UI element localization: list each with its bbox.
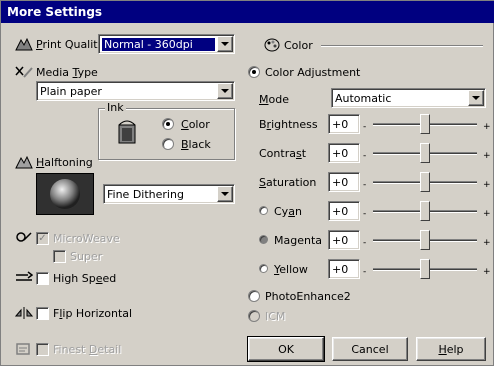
color-adjustment-radio[interactable] — [248, 66, 260, 78]
super-checkbox[interactable] — [53, 250, 66, 263]
yellow-plus-label: + — [483, 267, 491, 277]
microweave-label: MicroWeave — [53, 232, 120, 245]
help-button[interactable]: Help — [416, 337, 486, 361]
microweave-icon — [15, 231, 33, 245]
halftoning-preview-image — [36, 173, 94, 215]
media-type-value: Plain paper — [40, 84, 102, 98]
ink-bucket-icon — [117, 117, 139, 150]
chevron-down-icon[interactable] — [468, 90, 484, 106]
photo-enhance-label: PhotoEnhance2 — [265, 290, 351, 303]
mode-value: Automatic — [335, 91, 392, 105]
yellow-label: Yellow — [274, 263, 308, 276]
brightness-value-field[interactable]: +0 — [328, 114, 360, 134]
cyan-minus-label: - — [363, 209, 367, 219]
finest-detail-label: Finest Detail — [53, 343, 122, 356]
high-speed-icon — [15, 271, 34, 285]
magenta-slider-thumb[interactable] — [420, 230, 430, 250]
ink-color-label: Color — [181, 118, 210, 131]
saturation-plus-label: + — [483, 180, 491, 190]
ink-black-radio[interactable] — [162, 138, 174, 150]
flip-horizontal-label: Flip Horizontal — [53, 307, 133, 320]
saturation-minus-label: - — [363, 180, 367, 190]
yellow-radio[interactable] — [259, 264, 268, 273]
ink-color-radio[interactable] — [162, 118, 174, 130]
chevron-down-icon[interactable] — [217, 83, 233, 99]
yellow-minus-label: - — [363, 267, 367, 277]
flip-horizontal-icon — [14, 306, 34, 320]
super-label: Super — [70, 250, 103, 263]
halftoning-select[interactable]: Fine Dithering — [103, 184, 235, 204]
icm-radio[interactable] — [248, 310, 260, 322]
yellow-slider-thumb[interactable] — [420, 259, 430, 279]
color-adjustment-label: Color Adjustment — [265, 66, 361, 79]
title-bar: More Settings — [1, 1, 494, 23]
halftoning-value: Fine Dithering — [107, 187, 184, 201]
more-settings-dialog: More Settings Print Quality Normal - 360… — [0, 0, 494, 366]
cyan-radio[interactable] — [259, 206, 268, 215]
contrast-value-field[interactable]: +0 — [328, 143, 360, 163]
brightness-label: Brightness — [259, 118, 318, 131]
color-palette-icon — [264, 38, 280, 55]
print-quality-icon — [15, 37, 33, 51]
color-group-line — [321, 45, 483, 47]
chevron-down-icon[interactable] — [217, 36, 233, 52]
print-quality-select[interactable]: Normal - 360dpi — [98, 34, 235, 54]
mode-label: Mode — [259, 93, 289, 106]
contrast-label: Contrast — [259, 147, 307, 160]
media-type-label: Media Type — [36, 66, 98, 79]
halftoning-label: Halftoning — [36, 156, 93, 169]
cyan-slider-thumb[interactable] — [420, 201, 430, 221]
color-group-label: Color — [284, 39, 313, 52]
microweave-checkbox[interactable]: ✓ — [36, 232, 49, 245]
finest-detail-icon — [15, 342, 33, 356]
high-speed-checkbox[interactable] — [36, 272, 49, 285]
halftoning-icon — [15, 155, 33, 169]
print-quality-label: Print Quality — [36, 38, 105, 51]
ok-button[interactable]: OK — [247, 336, 325, 362]
magenta-value-field[interactable]: +0 — [328, 230, 360, 250]
media-type-select[interactable]: Plain paper — [36, 81, 235, 101]
mode-select[interactable]: Automatic — [331, 88, 486, 108]
ink-group-label: Ink — [105, 101, 126, 114]
cyan-value-field[interactable]: +0 — [328, 201, 360, 221]
magenta-radio[interactable] — [259, 235, 268, 244]
photo-enhance-radio[interactable] — [248, 290, 260, 302]
print-quality-value: Normal - 360dpi — [102, 37, 215, 51]
window-title: More Settings — [7, 5, 103, 19]
icm-label: ICM — [265, 310, 286, 323]
magenta-minus-label: - — [363, 238, 367, 248]
cancel-button[interactable]: Cancel — [332, 337, 408, 361]
saturation-label: Saturation — [259, 176, 317, 189]
flip-horizontal-checkbox[interactable] — [36, 307, 49, 320]
high-speed-label: High Speed — [53, 272, 117, 285]
contrast-slider-thumb[interactable] — [420, 143, 430, 163]
chevron-down-icon[interactable] — [217, 186, 233, 202]
cyan-label: Cyan — [274, 205, 302, 218]
contrast-plus-label: + — [483, 151, 491, 161]
media-type-icon — [15, 65, 33, 79]
brightness-plus-label: + — [483, 122, 491, 132]
yellow-value-field[interactable]: +0 — [328, 259, 360, 279]
brightness-minus-label: - — [363, 122, 367, 132]
contrast-minus-label: - — [363, 151, 367, 161]
cyan-plus-label: + — [483, 209, 491, 219]
finest-detail-checkbox[interactable] — [36, 343, 49, 356]
magenta-label: Magenta — [274, 234, 323, 247]
magenta-plus-label: + — [483, 238, 491, 248]
ink-black-label: Black — [181, 138, 211, 151]
brightness-slider-thumb[interactable] — [420, 114, 430, 134]
saturation-value-field[interactable]: +0 — [328, 172, 360, 192]
saturation-slider-thumb[interactable] — [420, 172, 430, 192]
